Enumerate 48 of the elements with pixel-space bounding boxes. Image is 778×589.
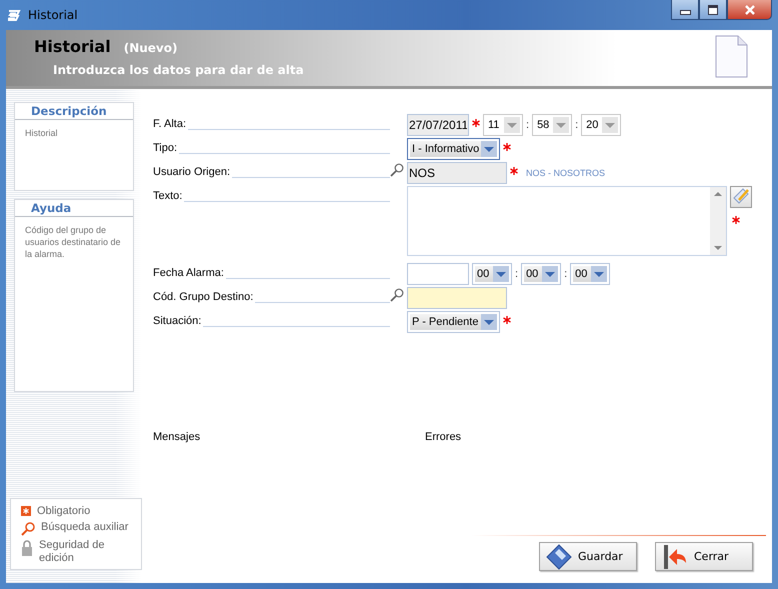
close-icon: [744, 4, 756, 14]
scrollbar[interactable]: [710, 187, 726, 255]
edit-button[interactable]: [730, 186, 752, 208]
panel-heading: Descripción: [15, 103, 133, 120]
legend-text: Seguridad de edición: [39, 539, 106, 565]
exit-arrow-icon: [662, 544, 688, 570]
required-icon: [21, 506, 31, 516]
maximize-button[interactable]: [699, 0, 727, 20]
field-label: Usuario Origen:: [153, 166, 230, 178]
time-dropdown[interactable]: 00: [472, 263, 512, 285]
time-dropdown[interactable]: 00: [570, 263, 610, 285]
errors-label: Errores: [425, 431, 462, 443]
field-label: Texto:: [153, 190, 182, 202]
form-title: Historial: [34, 37, 111, 56]
save-button[interactable]: Guardar: [539, 542, 637, 571]
messages-label: Mensajes: [153, 431, 202, 443]
select-dropdown[interactable]: P - Pendiente: [407, 311, 500, 333]
form-subtitle: Introduzca los datos para dar de alta: [53, 63, 304, 77]
search-icon: [21, 522, 35, 536]
panel-text: Código del grupo de usuarios destinatario de la alarma.: [24, 224, 122, 260]
time-separator: :: [526, 119, 530, 131]
window-title: Historial: [28, 8, 78, 22]
lookup-field[interactable]: [407, 287, 507, 309]
document-icon: [715, 35, 748, 78]
legend-text: Obligatorio: [37, 505, 92, 518]
time-dropdown[interactable]: 00: [521, 263, 562, 285]
date-field[interactable]: [407, 263, 469, 285]
panel-text: Historial: [24, 127, 59, 139]
close-button[interactable]: Cerrar: [655, 542, 753, 571]
field-label: F. Alta:: [153, 118, 186, 130]
app-icon: [8, 10, 21, 20]
window-close-button[interactable]: [727, 0, 772, 20]
minimize-button[interactable]: [671, 0, 699, 20]
panel-heading: Ayuda: [15, 200, 133, 217]
search-icon[interactable]: [390, 288, 404, 302]
time-separator: :: [575, 119, 578, 131]
legend-text: Búsqueda auxiliar: [41, 521, 129, 534]
lock-icon: [21, 540, 33, 556]
field-label: Cód. Grupo Destino:: [153, 291, 254, 303]
field-label: Situación:: [153, 315, 202, 327]
time-separator: :: [515, 268, 518, 280]
form-state: (Nuevo): [124, 41, 178, 55]
search-icon[interactable]: [390, 163, 404, 177]
field-label: Fecha Alarma:: [153, 267, 224, 279]
select-dropdown[interactable]: I - Informativo: [407, 138, 500, 160]
lookup-description: NOS - NOSOTROS: [526, 168, 606, 178]
field-label: Tipo:: [153, 142, 178, 154]
time-separator: :: [564, 268, 568, 280]
